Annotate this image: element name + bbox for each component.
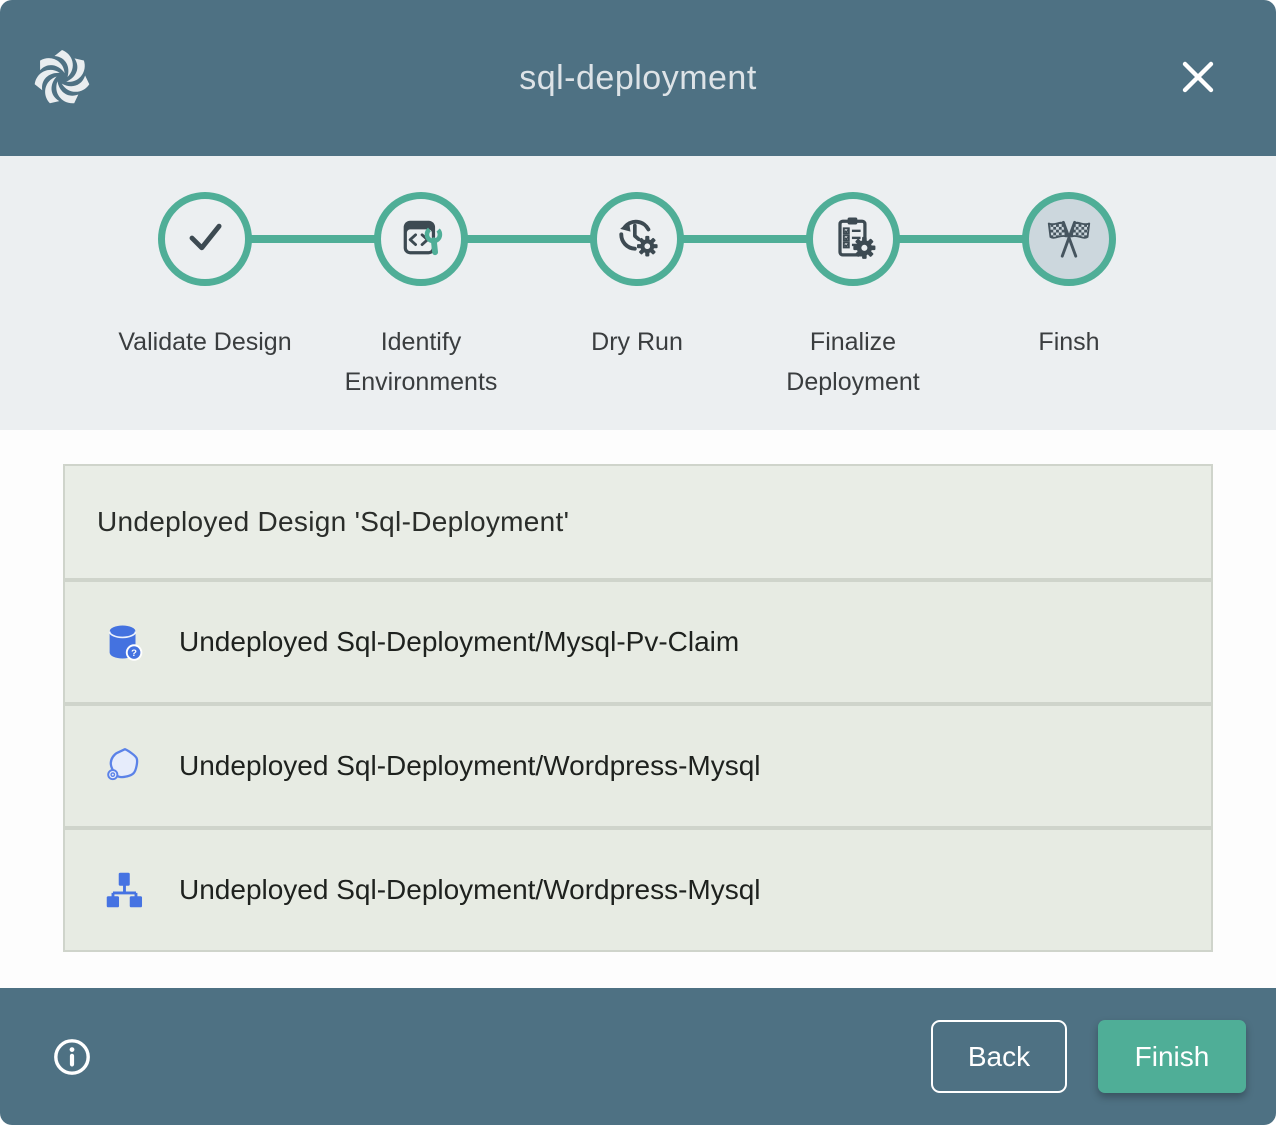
step-circle-dry-run[interactable]: [590, 192, 684, 286]
step-identify-environments: Identify Environments: [313, 192, 529, 402]
step-validate-design: Validate Design: [97, 192, 313, 402]
results-header-text: Undeployed Design 'Sql-Deployment': [97, 506, 569, 538]
step-finish: Finsh: [961, 192, 1177, 402]
hierarchy-icon: [101, 867, 147, 913]
step-label: Validate Design: [118, 322, 291, 362]
close-icon: [1178, 57, 1218, 100]
layer5-swirl-logo-icon: [30, 46, 94, 110]
info-icon: [52, 1065, 92, 1080]
dialog-title: sql-deployment: [519, 59, 757, 98]
code-wrench-icon: [395, 211, 447, 268]
step-circle-validate-design[interactable]: [158, 192, 252, 286]
results-area: Undeployed Design 'Sql-Deployment' ? Und…: [0, 430, 1276, 988]
deployment-wizard-dialog: sql-deployment Validate Design: [0, 0, 1276, 1125]
step-dry-run: Dry Run: [529, 192, 745, 402]
finish-button[interactable]: Finish: [1098, 1020, 1246, 1093]
pod-icon: [101, 743, 147, 789]
step-circle-finalize-deployment[interactable]: [806, 192, 900, 286]
dialog-footer: Back Finish: [0, 988, 1276, 1125]
result-row-wordpress-mysql-hierarchy: Undeployed Sql-Deployment/Wordpress-Mysq…: [65, 830, 1211, 950]
result-row-text: Undeployed Sql-Deployment/Wordpress-Mysq…: [179, 750, 761, 782]
svg-text:?: ?: [131, 648, 137, 659]
step-circle-finish[interactable]: [1022, 192, 1116, 286]
step-label: Dry Run: [591, 322, 683, 362]
info-button[interactable]: [52, 1037, 92, 1077]
back-button[interactable]: Back: [931, 1020, 1067, 1093]
dry-run-gear-icon: [611, 211, 663, 268]
result-row-text: Undeployed Sql-Deployment/Wordpress-Mysq…: [179, 874, 761, 906]
step-label: Finalize Deployment: [745, 322, 961, 402]
check-icon: [179, 211, 231, 268]
step-label: Finsh: [1038, 322, 1099, 362]
step-label: Identify Environments: [313, 322, 529, 402]
wizard-stepper: Validate Design Identify Environment: [0, 156, 1276, 430]
results-header-row: Undeployed Design 'Sql-Deployment': [65, 466, 1211, 578]
close-button[interactable]: [1176, 56, 1220, 100]
step-circle-identify-environments[interactable]: [374, 192, 468, 286]
finish-flags-icon: [1042, 210, 1096, 269]
database-icon: ?: [101, 619, 147, 665]
clipboard-gear-icon: [827, 211, 879, 268]
result-row-mysql-pv-claim: ? Undeployed Sql-Deployment/Mysql-Pv-Cla…: [65, 582, 1211, 702]
result-row-text: Undeployed Sql-Deployment/Mysql-Pv-Claim: [179, 626, 739, 658]
step-finalize-deployment: Finalize Deployment: [745, 192, 961, 402]
result-row-wordpress-mysql-pod: Undeployed Sql-Deployment/Wordpress-Mysq…: [65, 706, 1211, 826]
results-panel: Undeployed Design 'Sql-Deployment' ? Und…: [63, 464, 1213, 952]
dialog-header: sql-deployment: [0, 0, 1276, 156]
